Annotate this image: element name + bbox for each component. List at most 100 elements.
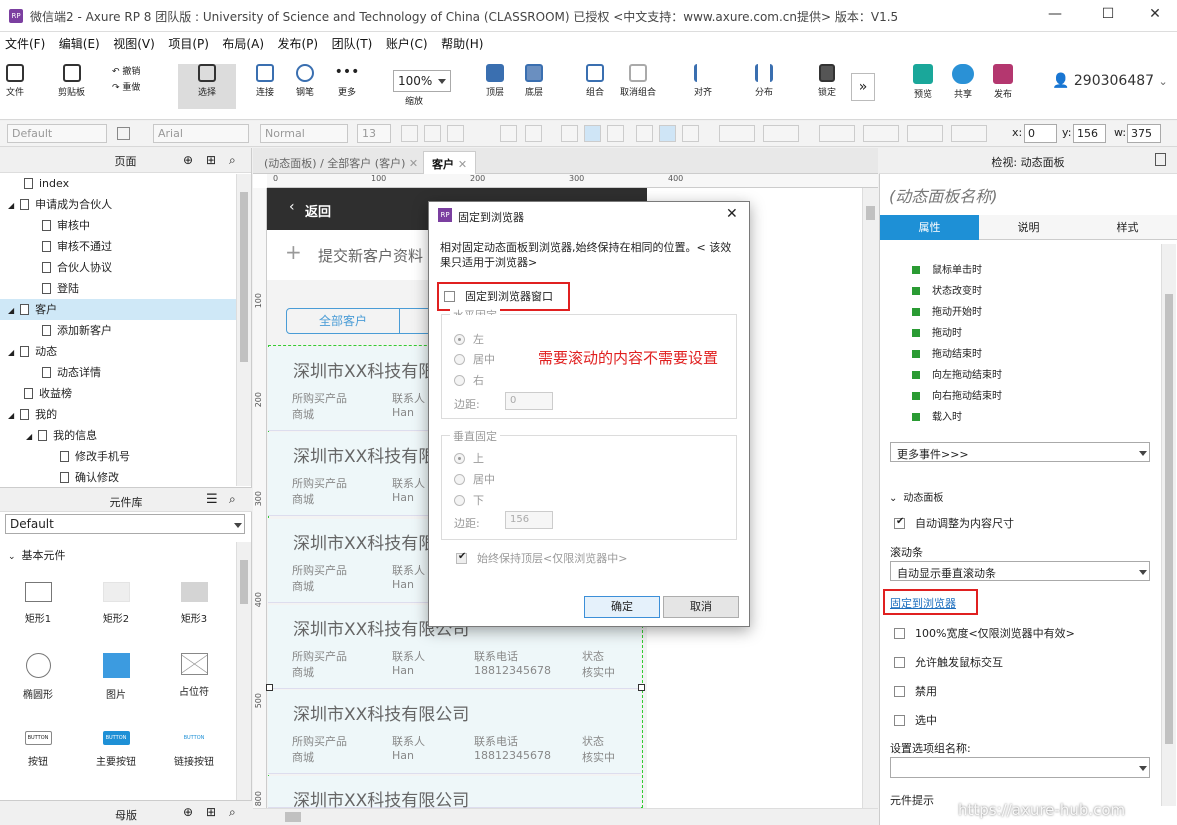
widget-image[interactable]: 图片: [86, 653, 146, 701]
menu-view[interactable]: 视图(V): [108, 32, 160, 55]
share-button[interactable]: 共享: [950, 64, 976, 100]
page-item[interactable]: index: [0, 173, 236, 194]
menu-project[interactable]: 项目(P): [163, 32, 214, 55]
radio[interactable]: [454, 474, 465, 485]
redo-button[interactable]: ↷ 重做: [112, 80, 140, 93]
search-icon[interactable]: ⌕: [229, 492, 236, 507]
valign-middle-button[interactable]: [659, 125, 676, 142]
group-name-input[interactable]: [890, 757, 1150, 778]
option-mouse[interactable]: 允许触发鼠标交互: [894, 654, 1003, 670]
resize-handle[interactable]: [266, 684, 273, 691]
style-editor-icon[interactable]: [117, 127, 130, 140]
shadow-button[interactable]: [763, 125, 799, 142]
page-item[interactable]: 合伙人协议: [0, 257, 236, 278]
dynamic-panel-section[interactable]: ⌄ 动态面板: [889, 489, 943, 504]
radio[interactable]: [454, 495, 465, 506]
event-item[interactable]: 鼠标单击时: [912, 261, 982, 276]
page-item[interactable]: 收益榜: [0, 383, 236, 404]
fill-color-button[interactable]: [719, 125, 755, 142]
size-select[interactable]: 13: [357, 124, 391, 143]
radio-checked[interactable]: [454, 334, 465, 345]
file-button[interactable]: 文件: [6, 64, 24, 98]
library-section[interactable]: ⌄ 基本元件: [8, 547, 66, 563]
clipboard-button[interactable]: 剪贴板: [58, 64, 85, 98]
inspector-scrollbar[interactable]: [1161, 244, 1176, 806]
event-item[interactable]: 向左拖动结束时: [912, 366, 1002, 381]
line-weight-button[interactable]: [863, 125, 899, 142]
bold-button[interactable]: [401, 125, 418, 142]
menu-edit[interactable]: 编辑(E): [54, 32, 105, 55]
close-icon[interactable]: ✕: [458, 158, 467, 171]
lock-button[interactable]: 锁定: [814, 64, 840, 98]
canvas-scrollbar-h[interactable]: [253, 808, 878, 825]
tab-style[interactable]: 样式: [1078, 215, 1177, 240]
pages-scrollbar[interactable]: [236, 174, 251, 486]
expand-icon[interactable]: ◢: [26, 432, 32, 441]
page-item[interactable]: 审核不通过: [0, 236, 236, 257]
connect-button[interactable]: 连接: [250, 64, 280, 98]
radio[interactable]: [454, 354, 465, 365]
widget-link-button[interactable]: BUTTON 链接按钮: [164, 731, 224, 768]
panel-name-input[interactable]: (动态面板名称): [889, 183, 998, 207]
filter-all-button[interactable]: 全部客户: [286, 308, 400, 334]
y-input[interactable]: 156: [1073, 124, 1106, 143]
undo-button[interactable]: ↶ 撤销: [112, 64, 140, 77]
add-page-icon[interactable]: ⊕: [183, 153, 193, 167]
back-button[interactable]: 返回: [305, 201, 331, 220]
option-selected[interactable]: 选中: [894, 712, 937, 728]
library-scrollbar[interactable]: [236, 542, 251, 800]
page-item[interactable]: ◢ 动态: [0, 341, 236, 362]
v-margin-input[interactable]: 156: [505, 511, 553, 529]
h-right-radio[interactable]: 右: [454, 372, 484, 388]
expand-icon[interactable]: ◢: [8, 348, 14, 357]
send-bottom-button[interactable]: 底层: [521, 64, 547, 98]
widget-rect3[interactable]: 矩形3: [164, 582, 224, 625]
search-icon[interactable]: ⌕: [229, 805, 236, 820]
zoom-select[interactable]: 100%: [393, 70, 451, 92]
radio-checked[interactable]: [454, 453, 465, 464]
tab-dynamic-panel[interactable]: (动态面板) / 全部客户 (客户) ✕: [256, 151, 426, 174]
more-button[interactable]: ••• 更多: [332, 64, 362, 98]
expand-toolbar-button[interactable]: »: [851, 73, 875, 101]
align-center-button[interactable]: [584, 125, 601, 142]
expand-icon[interactable]: ◢: [8, 306, 14, 315]
keep-top-option[interactable]: 始终保持顶层<仅限浏览器中>: [456, 550, 627, 566]
cancel-button[interactable]: 取消: [663, 596, 739, 618]
library-select[interactable]: Default: [5, 514, 245, 534]
notes-icon[interactable]: [1155, 153, 1166, 166]
close-icon[interactable]: ✕: [409, 157, 418, 170]
x-input[interactable]: 0: [1024, 124, 1057, 143]
menu-publish[interactable]: 发布(P): [273, 32, 324, 55]
customer-card[interactable]: 深圳市XX科技有限公司: [268, 776, 641, 811]
add-folder-icon[interactable]: ⊞: [206, 805, 216, 819]
w-input[interactable]: 375: [1127, 124, 1161, 143]
valign-bottom-button[interactable]: [682, 125, 699, 142]
event-item[interactable]: 拖动开始时: [912, 303, 982, 318]
checkbox-checked[interactable]: [894, 516, 905, 529]
auto-fit-option[interactable]: 自动调整为内容尺寸: [894, 515, 1014, 531]
menu-file[interactable]: 文件(F): [0, 32, 50, 55]
page-item[interactable]: ◢ 我的: [0, 404, 236, 425]
filter-button[interactable]: [399, 308, 429, 334]
customer-card[interactable]: 深圳市XX科技有限公司 所购买产品 商城 联系人 Han 联系电话 188123456…: [268, 690, 641, 774]
menu-layout[interactable]: 布局(A): [217, 32, 269, 55]
publish-button[interactable]: 发布: [988, 64, 1018, 100]
align-right-button[interactable]: [607, 125, 624, 142]
widget-primary-button[interactable]: BUTTON 主要按钮: [86, 731, 146, 768]
v-top-radio[interactable]: 上: [454, 450, 484, 466]
scrollbar-thumb[interactable]: [1165, 294, 1173, 744]
option-disable[interactable]: 禁用: [894, 683, 937, 699]
menu-team[interactable]: 团队(T): [327, 32, 378, 55]
page-item[interactable]: 修改手机号: [0, 446, 236, 467]
checkbox[interactable]: [894, 686, 905, 697]
widget-ellipse[interactable]: 椭圆形: [8, 653, 68, 701]
event-item[interactable]: 状态改变时: [912, 282, 982, 297]
canvas-scrollbar-v[interactable]: [862, 188, 878, 808]
add-master-icon[interactable]: ⊕: [183, 805, 193, 819]
scrollbar-thumb[interactable]: [240, 192, 248, 362]
menu-icon[interactable]: ☰: [206, 492, 218, 507]
widget-rect2[interactable]: 矩形2: [86, 582, 146, 625]
scrollbar-thumb[interactable]: [285, 812, 301, 822]
close-icon[interactable]: ✕: [726, 206, 738, 222]
account-menu[interactable]: 👤 290306487 ⌄: [1052, 73, 1168, 89]
